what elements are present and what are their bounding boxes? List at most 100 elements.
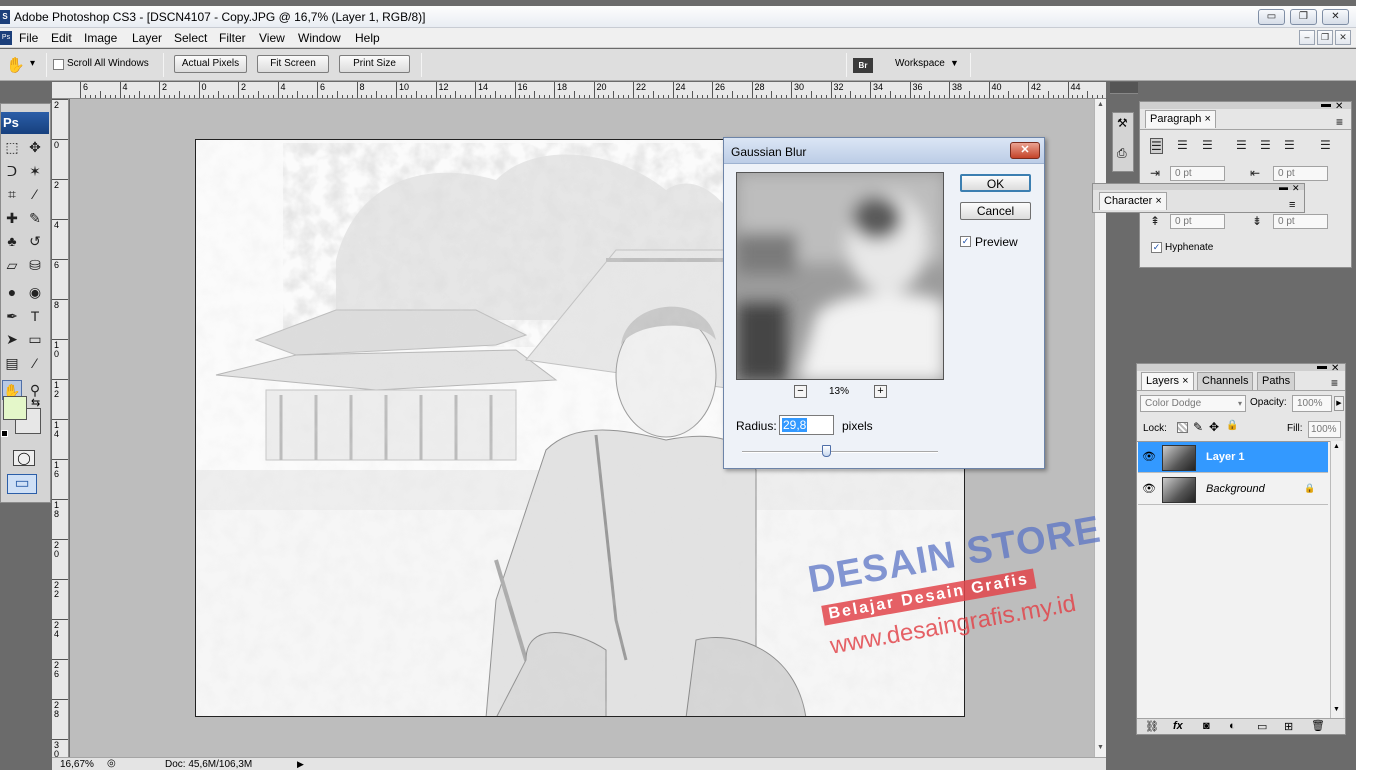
cancel-button[interactable]: Cancel [960, 202, 1031, 220]
opacity-slider-arrow-icon[interactable]: ▶ [1334, 396, 1344, 411]
align-right-icon[interactable]: ☰ [1202, 138, 1213, 152]
zoom-in-button[interactable]: + [874, 385, 887, 398]
hand-tool-icon[interactable]: ✋ [6, 56, 25, 74]
ok-button[interactable]: OK [960, 174, 1031, 192]
type-tool-icon[interactable]: T [25, 306, 45, 326]
dodge-tool-icon[interactable]: ◉ [25, 282, 45, 302]
layer-visibility-eye-icon[interactable]: 👁 [1142, 483, 1156, 496]
brush-tool-icon[interactable]: ✎ [25, 208, 45, 228]
blend-mode-select[interactable]: Color Dodge ▾ [1140, 395, 1246, 412]
menu-window[interactable]: Window [298, 31, 341, 45]
minimize-button[interactable]: ▭ [1258, 9, 1285, 25]
layer-name[interactable]: Background [1206, 483, 1265, 495]
tool-presets-icon[interactable]: ⎙ [1117, 146, 1127, 161]
delete-layer-icon[interactable]: 🗑 [1311, 719, 1325, 732]
workspace-menu[interactable]: Workspace [895, 58, 945, 69]
zoom-level[interactable]: 16,67% [60, 759, 94, 770]
fill-input[interactable]: 100% [1308, 421, 1341, 438]
paragraph-panel-collapse-icon[interactable]: ▬ [1321, 99, 1331, 110]
opacity-input[interactable]: 100% [1292, 395, 1332, 412]
tab-paths[interactable]: Paths [1257, 372, 1296, 390]
menu-image[interactable]: Image [84, 31, 117, 45]
adjustment-layer-icon[interactable]: ◐ [1229, 720, 1236, 732]
justify-right-icon[interactable]: ☰ [1284, 138, 1295, 152]
layers-menu-icon[interactable]: ≡ [1331, 376, 1338, 390]
tab-character[interactable]: Character × [1099, 192, 1167, 210]
magic-wand-icon[interactable]: ✶ [25, 161, 45, 181]
scroll-all-windows-checkbox[interactable] [53, 58, 64, 70]
tab-close-icon[interactable]: × [1182, 375, 1188, 387]
menu-file[interactable]: File [19, 31, 38, 45]
character-panel-collapse-icon[interactable]: ▬ [1279, 182, 1288, 192]
scroll-up-icon[interactable]: ▲ [1097, 101, 1104, 108]
align-center-icon[interactable]: ☰ [1177, 138, 1188, 152]
bridge-icon[interactable]: Br [853, 58, 873, 73]
layers-scroll-down-icon[interactable]: ▼ [1333, 706, 1340, 713]
blur-tool-icon[interactable]: ● [2, 282, 22, 302]
zoom-tool-icon[interactable]: ⚲ [25, 380, 45, 400]
notes-tool-icon[interactable]: ▤ [2, 353, 22, 373]
layers-scroll-up-icon[interactable]: ▲ [1333, 443, 1340, 450]
doc-close-button[interactable]: ✕ [1335, 30, 1351, 45]
tab-close-icon[interactable]: × [1204, 113, 1210, 125]
document-icon[interactable]: Ps [0, 31, 12, 45]
align-left-icon[interactable]: ☰ [1150, 138, 1163, 154]
lock-position-icon[interactable]: ✥ [1209, 420, 1219, 434]
dialog-close-button[interactable]: ✕ [1010, 142, 1040, 159]
menu-help[interactable]: Help [355, 31, 380, 45]
radius-input[interactable]: 29,8 [779, 415, 834, 435]
lock-all-icon[interactable]: 🔒 [1226, 420, 1238, 431]
justify-center-icon[interactable]: ☰ [1260, 138, 1271, 152]
menu-view[interactable]: View [259, 31, 285, 45]
tab-channels[interactable]: Channels [1197, 372, 1254, 390]
status-menu-arrow-icon[interactable]: ▶ [297, 758, 304, 770]
eyedropper-icon[interactable]: ⁄ [25, 353, 45, 373]
foreground-color-swatch[interactable] [3, 396, 27, 420]
layer-name[interactable]: Layer 1 [1206, 451, 1245, 463]
clone-stamp-icon[interactable]: ♣ [2, 231, 22, 251]
shape-tool-icon[interactable]: ▭ [25, 329, 45, 349]
new-layer-icon[interactable]: ⊞ [1284, 720, 1293, 733]
layer-row-background[interactable]: 👁 Background 🔒 [1138, 474, 1328, 505]
scroll-down-icon[interactable]: ▼ [1097, 744, 1104, 751]
restore-button[interactable]: ❐ [1290, 9, 1317, 25]
right-indent-input[interactable]: 0 pt [1273, 166, 1328, 181]
justify-all-icon[interactable]: ☰ [1320, 138, 1331, 152]
fit-screen-button[interactable]: Fit Screen [257, 55, 329, 73]
layers-panel-collapse-icon[interactable]: ▬ [1317, 361, 1327, 372]
doc-restore-button[interactable]: ❐ [1317, 30, 1333, 45]
tab-layers[interactable]: Layers × [1141, 372, 1194, 390]
brushes-panel-icon[interactable]: ⚒ [1117, 116, 1128, 130]
layer-mask-icon[interactable]: ◙ [1203, 720, 1210, 732]
tab-close-icon[interactable]: × [1155, 195, 1161, 207]
preview-checkbox[interactable]: ✓ [960, 235, 971, 247]
lock-transparency-icon[interactable] [1177, 422, 1188, 433]
character-menu-icon[interactable]: ≡ [1289, 199, 1295, 211]
lasso-tool-icon[interactable]: ᑐ [2, 161, 22, 181]
left-indent-input[interactable]: 0 pt [1170, 166, 1225, 181]
history-brush-icon[interactable]: ↺ [25, 231, 45, 251]
menu-layer[interactable]: Layer [132, 31, 162, 45]
filter-preview[interactable] [736, 172, 944, 380]
menu-filter[interactable]: Filter [219, 31, 246, 45]
paragraph-panel-close-icon[interactable]: ✕ [1335, 101, 1343, 112]
tab-paragraph[interactable]: Paragraph × [1145, 110, 1216, 128]
space-before-input[interactable]: 0 pt [1170, 214, 1225, 229]
workspace-dropdown-icon[interactable]: ▼ [950, 58, 959, 68]
character-panel-close-icon[interactable]: ✕ [1292, 183, 1300, 194]
menu-edit[interactable]: Edit [51, 31, 72, 45]
menu-select[interactable]: Select [174, 31, 207, 45]
path-selection-icon[interactable]: ➤ [2, 329, 22, 349]
panel-menu-icon[interactable]: ≡ [1336, 115, 1343, 129]
crop-tool-icon[interactable]: ⌗ [2, 184, 22, 204]
close-button[interactable]: ✕ [1322, 9, 1349, 25]
move-tool-icon[interactable]: ✥ [25, 137, 45, 157]
zoom-out-button[interactable]: − [794, 385, 807, 398]
slice-tool-icon[interactable]: ⁄ [25, 184, 45, 204]
quick-mask-icon[interactable]: ◯ [13, 450, 35, 466]
link-layers-icon[interactable]: ⛓ [1145, 720, 1159, 733]
default-colors-icon[interactable] [1, 430, 8, 437]
justify-left-icon[interactable]: ☰ [1236, 138, 1247, 152]
space-after-input[interactable]: 0 pt [1273, 214, 1328, 229]
layer-style-icon[interactable]: fx [1173, 720, 1183, 732]
